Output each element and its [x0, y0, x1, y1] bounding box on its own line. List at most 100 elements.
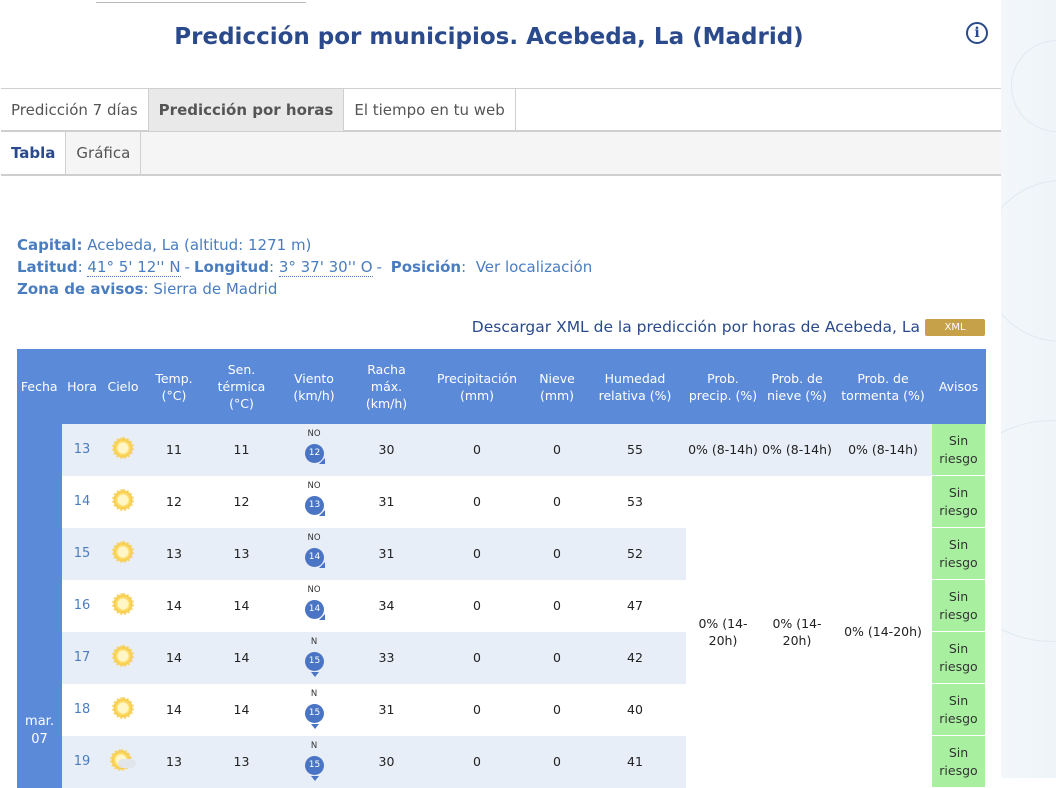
racha-cell: 34: [349, 579, 424, 632]
wind-direction: N: [310, 689, 318, 699]
header-hora: Hora: [62, 349, 103, 424]
nieve-cell: 0: [530, 735, 584, 788]
hora-cell: 18: [62, 683, 102, 736]
wind-arrow-icon: [319, 510, 325, 516]
sun-icon: [112, 697, 134, 719]
sen-termica-cell: 14: [204, 683, 279, 736]
viento-cell: NO 13: [279, 475, 349, 528]
hora-cell: 17: [62, 631, 102, 684]
precip-cell: 0: [424, 683, 530, 736]
wind-direction: N: [310, 637, 318, 647]
wind-icon: NO 13: [299, 480, 329, 520]
wind-direction: NO: [307, 481, 321, 491]
racha-cell: 30: [349, 424, 424, 476]
precip-cell: 0: [424, 424, 530, 476]
prob-precip-cell: 0% (8-14h): [686, 424, 760, 476]
sun-icon: [112, 437, 134, 460]
temp-cell: 14: [144, 631, 204, 684]
main-tabs: Predicción 7 días Predicción por horas E…: [1, 88, 1001, 132]
cielo-cell: [102, 579, 144, 632]
viento-cell: N 15: [279, 735, 349, 788]
cielo-cell: [102, 631, 144, 684]
zona-label: Zona de avisos: [17, 280, 144, 298]
tab-prediccion-por-horas[interactable]: Predicción por horas: [148, 89, 345, 131]
prob-precip-cell: 0% (14-20h): [686, 475, 760, 788]
header-nieve: Nieve (mm): [530, 349, 585, 424]
humedad-cell: 41: [584, 735, 686, 788]
nieve-cell: 0: [530, 424, 584, 476]
wind-arrow-icon: [319, 562, 325, 568]
sun-icon: [112, 593, 134, 615]
prob-tormenta-cell: 0% (8-14h): [834, 424, 932, 476]
top-edge-fragment: [96, 0, 306, 3]
hora-cell: 13: [62, 424, 102, 476]
sen-termica-cell: 12: [204, 475, 279, 528]
download-xml: Descargar XML de la predicción por horas…: [472, 318, 985, 336]
longitud-value: 3° 37' 30'' O: [278, 258, 373, 277]
hora-cell: 19: [62, 735, 102, 788]
wind-speed: 15: [305, 756, 324, 775]
ver-localizacion-link[interactable]: Ver localización: [476, 258, 593, 276]
header-racha: Racha máx. (km/h): [349, 349, 425, 424]
prob-nieve-cell: 0% (8-14h): [760, 424, 834, 476]
precip-cell: 0: [424, 527, 530, 580]
racha-cell: 30: [349, 735, 424, 788]
humedad-cell: 42: [584, 631, 686, 684]
wind-icon: N 15: [299, 740, 329, 781]
hora-cell: 15: [62, 527, 102, 580]
racha-cell: 31: [349, 475, 424, 528]
capital-label: Capital:: [17, 236, 83, 254]
header-fecha: Fecha: [17, 349, 63, 424]
subtab-tabla[interactable]: Tabla: [1, 132, 67, 174]
wind-speed: 15: [305, 652, 324, 671]
fecha-value: mar. 07: [25, 713, 54, 747]
nieve-cell: 0: [530, 475, 584, 528]
precip-cell: 0: [424, 475, 530, 528]
sun-icon: [112, 541, 134, 563]
xml-badge-button[interactable]: XML: [925, 318, 985, 336]
sun-icon: [112, 489, 134, 511]
header-precipitacion: Precipitación (mm): [424, 349, 531, 424]
temp-cell: 13: [144, 527, 204, 580]
cielo-cell: [102, 683, 144, 736]
sen-termica-cell: 13: [204, 527, 279, 580]
wind-arrow-icon: [311, 724, 319, 729]
humedad-cell: 52: [584, 527, 686, 580]
download-xml-link[interactable]: Descargar XML de la predicción por horas…: [472, 318, 920, 336]
page-title: Predicción por municipios. Acebeda, La (…: [174, 24, 804, 50]
header-prob-tormenta: Prob. de tormenta (%): [834, 349, 933, 424]
cielo-cell: [102, 424, 144, 476]
cielo-cell: [102, 735, 144, 788]
aviso-cell: Sin riesgo: [932, 424, 985, 476]
humedad-cell: 55: [584, 424, 686, 476]
zona-avisos-line: Zona de avisos: Sierra de Madrid: [17, 280, 278, 298]
temp-cell: 13: [144, 735, 204, 788]
prob-tormenta-cell: 0% (14-20h): [834, 475, 932, 788]
precip-cell: 0: [424, 735, 530, 788]
zona-value: Sierra de Madrid: [153, 280, 278, 298]
humedad-cell: 47: [584, 579, 686, 632]
temp-cell: 14: [144, 683, 204, 736]
temp-cell: 14: [144, 579, 204, 632]
tab-prediccion-7-dias[interactable]: Predicción 7 días: [1, 89, 149, 131]
tab-tiempo-en-tu-web[interactable]: El tiempo en tu web: [344, 89, 516, 131]
header-avisos: Avisos: [932, 349, 986, 424]
viento-cell: N 15: [279, 631, 349, 684]
prob-nieve-cell: 0% (14-20h): [760, 475, 834, 788]
sen-termica-cell: 14: [204, 579, 279, 632]
nieve-cell: 0: [530, 579, 584, 632]
aviso-cell: Sin riesgo: [932, 735, 985, 788]
wind-arrow-icon: [311, 776, 319, 781]
sun-icon: [112, 645, 134, 667]
temp-cell: 12: [144, 475, 204, 528]
racha-cell: 33: [349, 631, 424, 684]
aviso-cell: Sin riesgo: [932, 527, 985, 580]
viento-cell: NO 12: [279, 424, 349, 476]
header-temp: Temp. (°C): [144, 349, 205, 424]
subtab-grafica[interactable]: Gráfica: [66, 132, 142, 174]
wind-direction: NO: [307, 533, 321, 543]
info-icon[interactable]: i: [966, 22, 988, 44]
humedad-cell: 53: [584, 475, 686, 528]
header-cielo: Cielo: [102, 349, 145, 424]
humedad-cell: 40: [584, 683, 686, 736]
